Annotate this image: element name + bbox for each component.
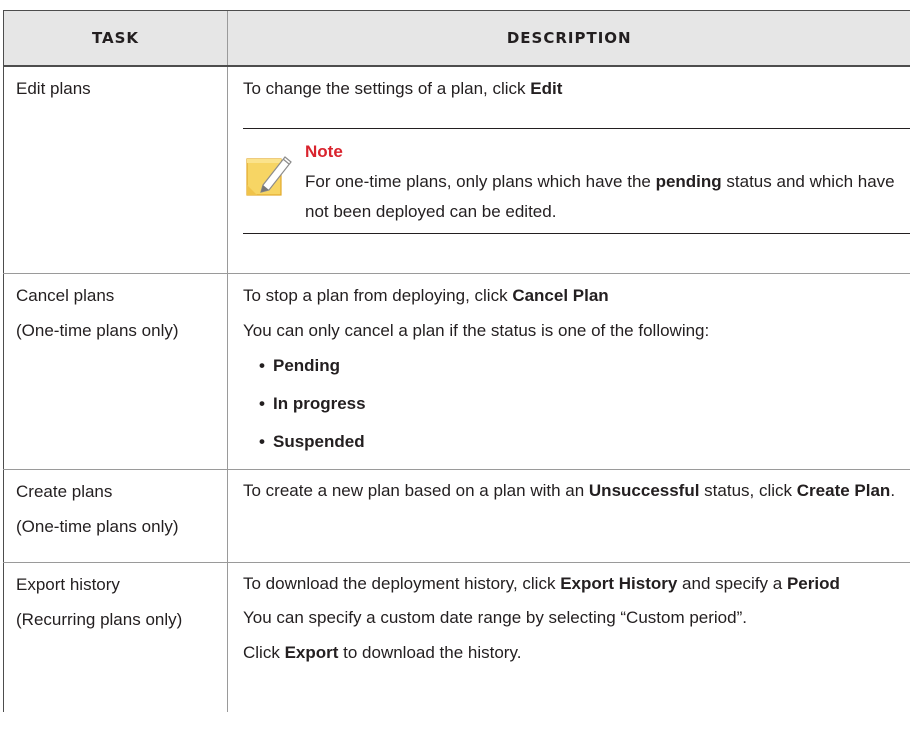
description-text: You can only cancel a plan if the status… [243,320,710,340]
create-plan-label: Create Plan [796,480,891,500]
task-note: (One-time plans only) [16,320,179,340]
description-text-part: to download the history. [338,642,522,662]
edit-label: Edit [530,79,563,98]
header-task: Task [3,10,228,67]
export-label: Export [284,642,339,662]
task-name: Edit plans [16,79,91,98]
task-note: (Recurring plans only) [16,609,183,629]
note-text: For one-time plans, only plans which hav… [305,167,910,227]
list-item-label: Suspended [273,431,365,451]
bullet: • [259,431,265,451]
task-description-table: Task Description Edit plans To change th… [3,10,910,712]
list-item: • In progress [259,393,910,415]
table-row: Cancel plans (One-time plans only) To st… [3,273,910,470]
export-history-label: Export History [560,573,678,593]
task-cell: Cancel plans (One-time plans only) [3,273,228,470]
task-cell: Edit plans [3,66,228,274]
period-label: Period [786,573,840,593]
description-text-part: . [890,480,896,500]
description-text-part: status, click [699,480,797,500]
table-row: Export history (Recurring plans only) To… [3,562,910,712]
pending-label: pending [655,172,722,191]
task-name: Create plans [16,481,113,501]
header-description: Description [227,10,910,67]
header-task-label: Task [91,29,140,47]
note-block: Note For one-time plans, only plans whic… [243,128,910,234]
task-name: Cancel plans [16,285,115,305]
task-cell: Create plans (One-time plans only) [3,469,228,563]
list-item: • Suspended [259,431,910,453]
header-description-label: Description [506,29,632,47]
list-item-label: Pending [273,355,341,375]
task-name: Export history [16,574,120,594]
status-list: • Pending • In progress • Suspended [243,355,910,453]
description-cell: To stop a plan from deploying, click Can… [227,273,910,470]
description-text: To download the deployment history, clic… [243,574,910,594]
table-header-row: Task Description [3,10,910,67]
task-note: (One-time plans only) [16,516,179,536]
description-text-part: To create a new plan based on a plan wit… [243,480,589,500]
cancel-plan-label: Cancel Plan [512,285,609,305]
list-item: • Pending [259,355,910,377]
description-cell: To create a new plan based on a plan wit… [227,469,910,563]
description-text: To create a new plan based on a plan wit… [243,481,910,501]
description-text: To change the settings of a plan, click … [243,78,910,100]
description-text: You can specify a custom date range by s… [243,607,747,627]
description-text-part: To stop a plan from deploying, click [243,285,513,305]
description-text-part: and specify a [677,573,787,593]
table-row: Edit plans To change the settings of a p… [3,66,910,274]
bullet: • [259,393,265,413]
description-text: Click Export to download the history. [243,642,910,664]
note-pencil-icon [243,149,305,205]
note-text-part: For one-time plans, only plans which hav… [305,172,656,191]
note-body: Note For one-time plans, only plans whic… [305,141,910,227]
description-cell: To change the settings of a plan, click … [227,66,910,274]
note-title: Note [305,142,343,161]
task-cell: Export history (Recurring plans only) [3,562,228,712]
list-item-label: In progress [273,393,366,413]
unsuccessful-label: Unsuccessful [588,480,700,500]
bullet: • [259,355,265,375]
table-row: Create plans (One-time plans only) To cr… [3,469,910,563]
description-text-part: To change the settings of a plan, click [243,79,531,98]
description-text-part: To download the deployment history, clic… [243,573,561,593]
description-cell: To download the deployment history, clic… [227,562,910,712]
description-text-part: Click [243,642,285,662]
description-text: To stop a plan from deploying, click Can… [243,285,910,307]
